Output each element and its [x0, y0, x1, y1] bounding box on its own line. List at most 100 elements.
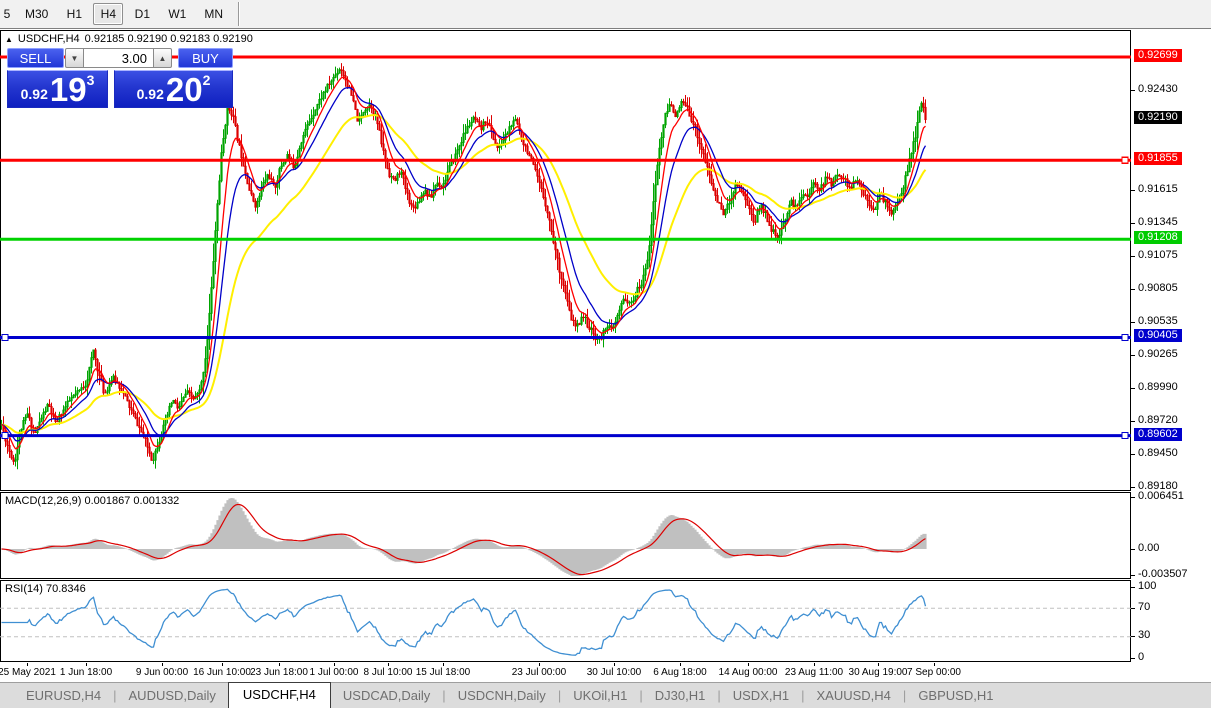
macd-indicator-label: MACD(12,26,9) 0.001867 0.001332	[5, 495, 179, 507]
axis-tick	[1131, 355, 1135, 356]
timeframe-button-d1[interactable]: D1	[127, 3, 157, 25]
axis-tick	[1131, 454, 1135, 455]
price-tick-label: 0.91345	[1138, 216, 1178, 228]
chart-tab-eurusd[interactable]: EURUSD,H4	[14, 685, 113, 708]
time-tick	[614, 663, 615, 666]
time-tick-label: 23 Jul 00:00	[512, 667, 567, 678]
price-tick-label: 0.91075	[1138, 249, 1178, 261]
price-tick-label: 0.92430	[1138, 83, 1178, 95]
price-line-label: 0.90405	[1134, 329, 1182, 342]
price-tick-label: 0.90535	[1138, 315, 1178, 327]
volume-input[interactable]	[84, 48, 153, 68]
rsi-tick-label: 100	[1138, 580, 1156, 592]
price-tick-label: 0.91615	[1138, 183, 1178, 195]
time-tick-label: 15 Jul 18:00	[416, 667, 471, 678]
candlestick-chart[interactable]	[0, 29, 1131, 663]
time-tick-label: 6 Aug 18:00	[653, 667, 706, 678]
axis-tick	[1131, 388, 1135, 389]
rsi-tick-label: 30	[1138, 629, 1150, 641]
time-tick-label: 23 Jun 18:00	[250, 667, 308, 678]
chart-tab-dj30[interactable]: DJ30,H1	[643, 685, 718, 708]
volume-decrease-button[interactable]: ▼	[65, 48, 84, 68]
buy-button[interactable]: BUY	[178, 48, 233, 68]
time-tick-label: 30 Aug 19:00	[849, 667, 908, 678]
time-tick-label: 16 Jun 10:00	[193, 667, 251, 678]
time-axis[interactable]: 25 May 2021 1 Jun 18:00 9 Jun 00:00 16 Jun …	[0, 663, 1131, 682]
chart-tab-ukoil[interactable]: UKOil,H1	[561, 685, 639, 708]
collapse-triangle-icon[interactable]: ▲	[5, 35, 13, 44]
time-tick	[878, 663, 879, 666]
macd-tick-label: -0.003507	[1138, 568, 1188, 580]
chart-tab-gbpusd[interactable]: GBPUSD,H1	[906, 685, 1005, 708]
mt4-terminal: 5M30H1H4D1W1MN ▲ USDCHF,H4 0.92185 0.921…	[0, 0, 1211, 708]
time-tick-label: 9 Jun 00:00	[136, 667, 188, 678]
price-line-label: 0.92699	[1134, 49, 1182, 62]
rsi-indicator-label: RSI(14) 70.8346	[5, 583, 86, 595]
time-tick	[222, 663, 223, 666]
price-tick-label: 0.90265	[1138, 348, 1178, 360]
timeframe-button-w1[interactable]: W1	[161, 3, 193, 25]
volume-increase-button[interactable]: ▲	[153, 48, 172, 68]
axis-tick	[1131, 636, 1135, 637]
chart-tab-usdx[interactable]: USDX,H1	[721, 685, 801, 708]
chart-tab-xauusd[interactable]: XAUUSD,H4	[805, 685, 903, 708]
sell-button[interactable]: SELL	[7, 48, 64, 68]
time-tick	[934, 663, 935, 666]
timeframe-button-mn[interactable]: MN	[197, 3, 230, 25]
time-tick	[680, 663, 681, 666]
axis-tick	[1131, 549, 1135, 550]
time-tick-label: 25 May 2021	[0, 667, 56, 678]
price-axis[interactable]: 0.92430 0.91615 0.91345 0.91075 0.90805 0.905…	[1131, 29, 1211, 663]
toolbar-separator	[238, 2, 240, 26]
time-tick-label: 30 Jul 10:00	[587, 667, 642, 678]
chart-ohlc-values: 0.92185 0.92190 0.92183 0.92190	[85, 33, 253, 45]
axis-tick	[1131, 322, 1135, 323]
rsi-tick-label: 70	[1138, 601, 1150, 613]
time-tick	[388, 663, 389, 666]
chart-tab-bar: EURUSD,H4|AUDUSD,DailyUSDCHF,H4USDCAD,Da…	[0, 682, 1211, 708]
chevron-up-icon: ▲	[159, 54, 167, 63]
one-click-trade-panel: SELL ▼ ▲ BUY 0.92 19 3 0.92 20 2	[7, 48, 233, 108]
timeframe-button-5[interactable]: 5	[0, 3, 14, 25]
axis-tick	[1131, 658, 1135, 659]
time-tick	[443, 663, 444, 666]
time-tick-label: 8 Jul 10:00	[364, 667, 413, 678]
axis-tick	[1131, 497, 1135, 498]
chart-tab-usdcad[interactable]: USDCAD,Daily	[331, 685, 442, 708]
time-tick-label: 1 Jul 00:00	[310, 667, 359, 678]
chart-header: ▲ USDCHF,H4 0.92185 0.92190 0.92183 0.92…	[5, 33, 253, 45]
timeframe-button-h1[interactable]: H1	[59, 3, 89, 25]
price-tick-label: 0.89990	[1138, 381, 1178, 393]
chart-window[interactable]: ▲ USDCHF,H4 0.92185 0.92190 0.92183 0.92…	[0, 29, 1131, 663]
price-line-label: 0.92190	[1134, 111, 1182, 124]
time-tick	[748, 663, 749, 666]
axis-tick	[1131, 223, 1135, 224]
price-line-label: 0.91208	[1134, 231, 1182, 244]
time-tick-label: 23 Aug 11:00	[785, 667, 843, 678]
price-tick-label: 0.90805	[1138, 282, 1178, 294]
time-tick	[27, 663, 28, 666]
time-tick	[279, 663, 280, 666]
axis-tick	[1131, 487, 1135, 488]
timeframe-button-m30[interactable]: M30	[18, 3, 55, 25]
chevron-down-icon: ▼	[71, 54, 79, 63]
time-tick	[539, 663, 540, 666]
chart-tab-usdchf[interactable]: USDCHF,H4	[228, 682, 331, 708]
timeframe-toolbar: 5M30H1H4D1W1MN	[0, 0, 1211, 29]
price-line-label: 0.89602	[1134, 428, 1182, 441]
axis-tick	[1131, 289, 1135, 290]
axis-tick	[1131, 608, 1135, 609]
axis-tick	[1131, 575, 1135, 576]
timeframe-button-h4[interactable]: H4	[93, 3, 123, 25]
time-tick	[162, 663, 163, 666]
chart-tab-usdcnh[interactable]: USDCNH,Daily	[446, 685, 558, 708]
rsi-tick-label: 0	[1138, 651, 1144, 663]
chart-tab-audusd[interactable]: AUDUSD,Daily	[117, 685, 228, 708]
time-tick-label: 14 Aug 00:00	[719, 667, 778, 678]
buy-price-display[interactable]: 0.92 20 2	[114, 70, 233, 108]
time-tick-label: 1 Jun 18:00	[60, 667, 112, 678]
time-tick	[86, 663, 87, 666]
chart-symbol: USDCHF,H4	[18, 33, 80, 45]
sell-price-display[interactable]: 0.92 19 3	[7, 70, 108, 108]
time-tick	[334, 663, 335, 666]
